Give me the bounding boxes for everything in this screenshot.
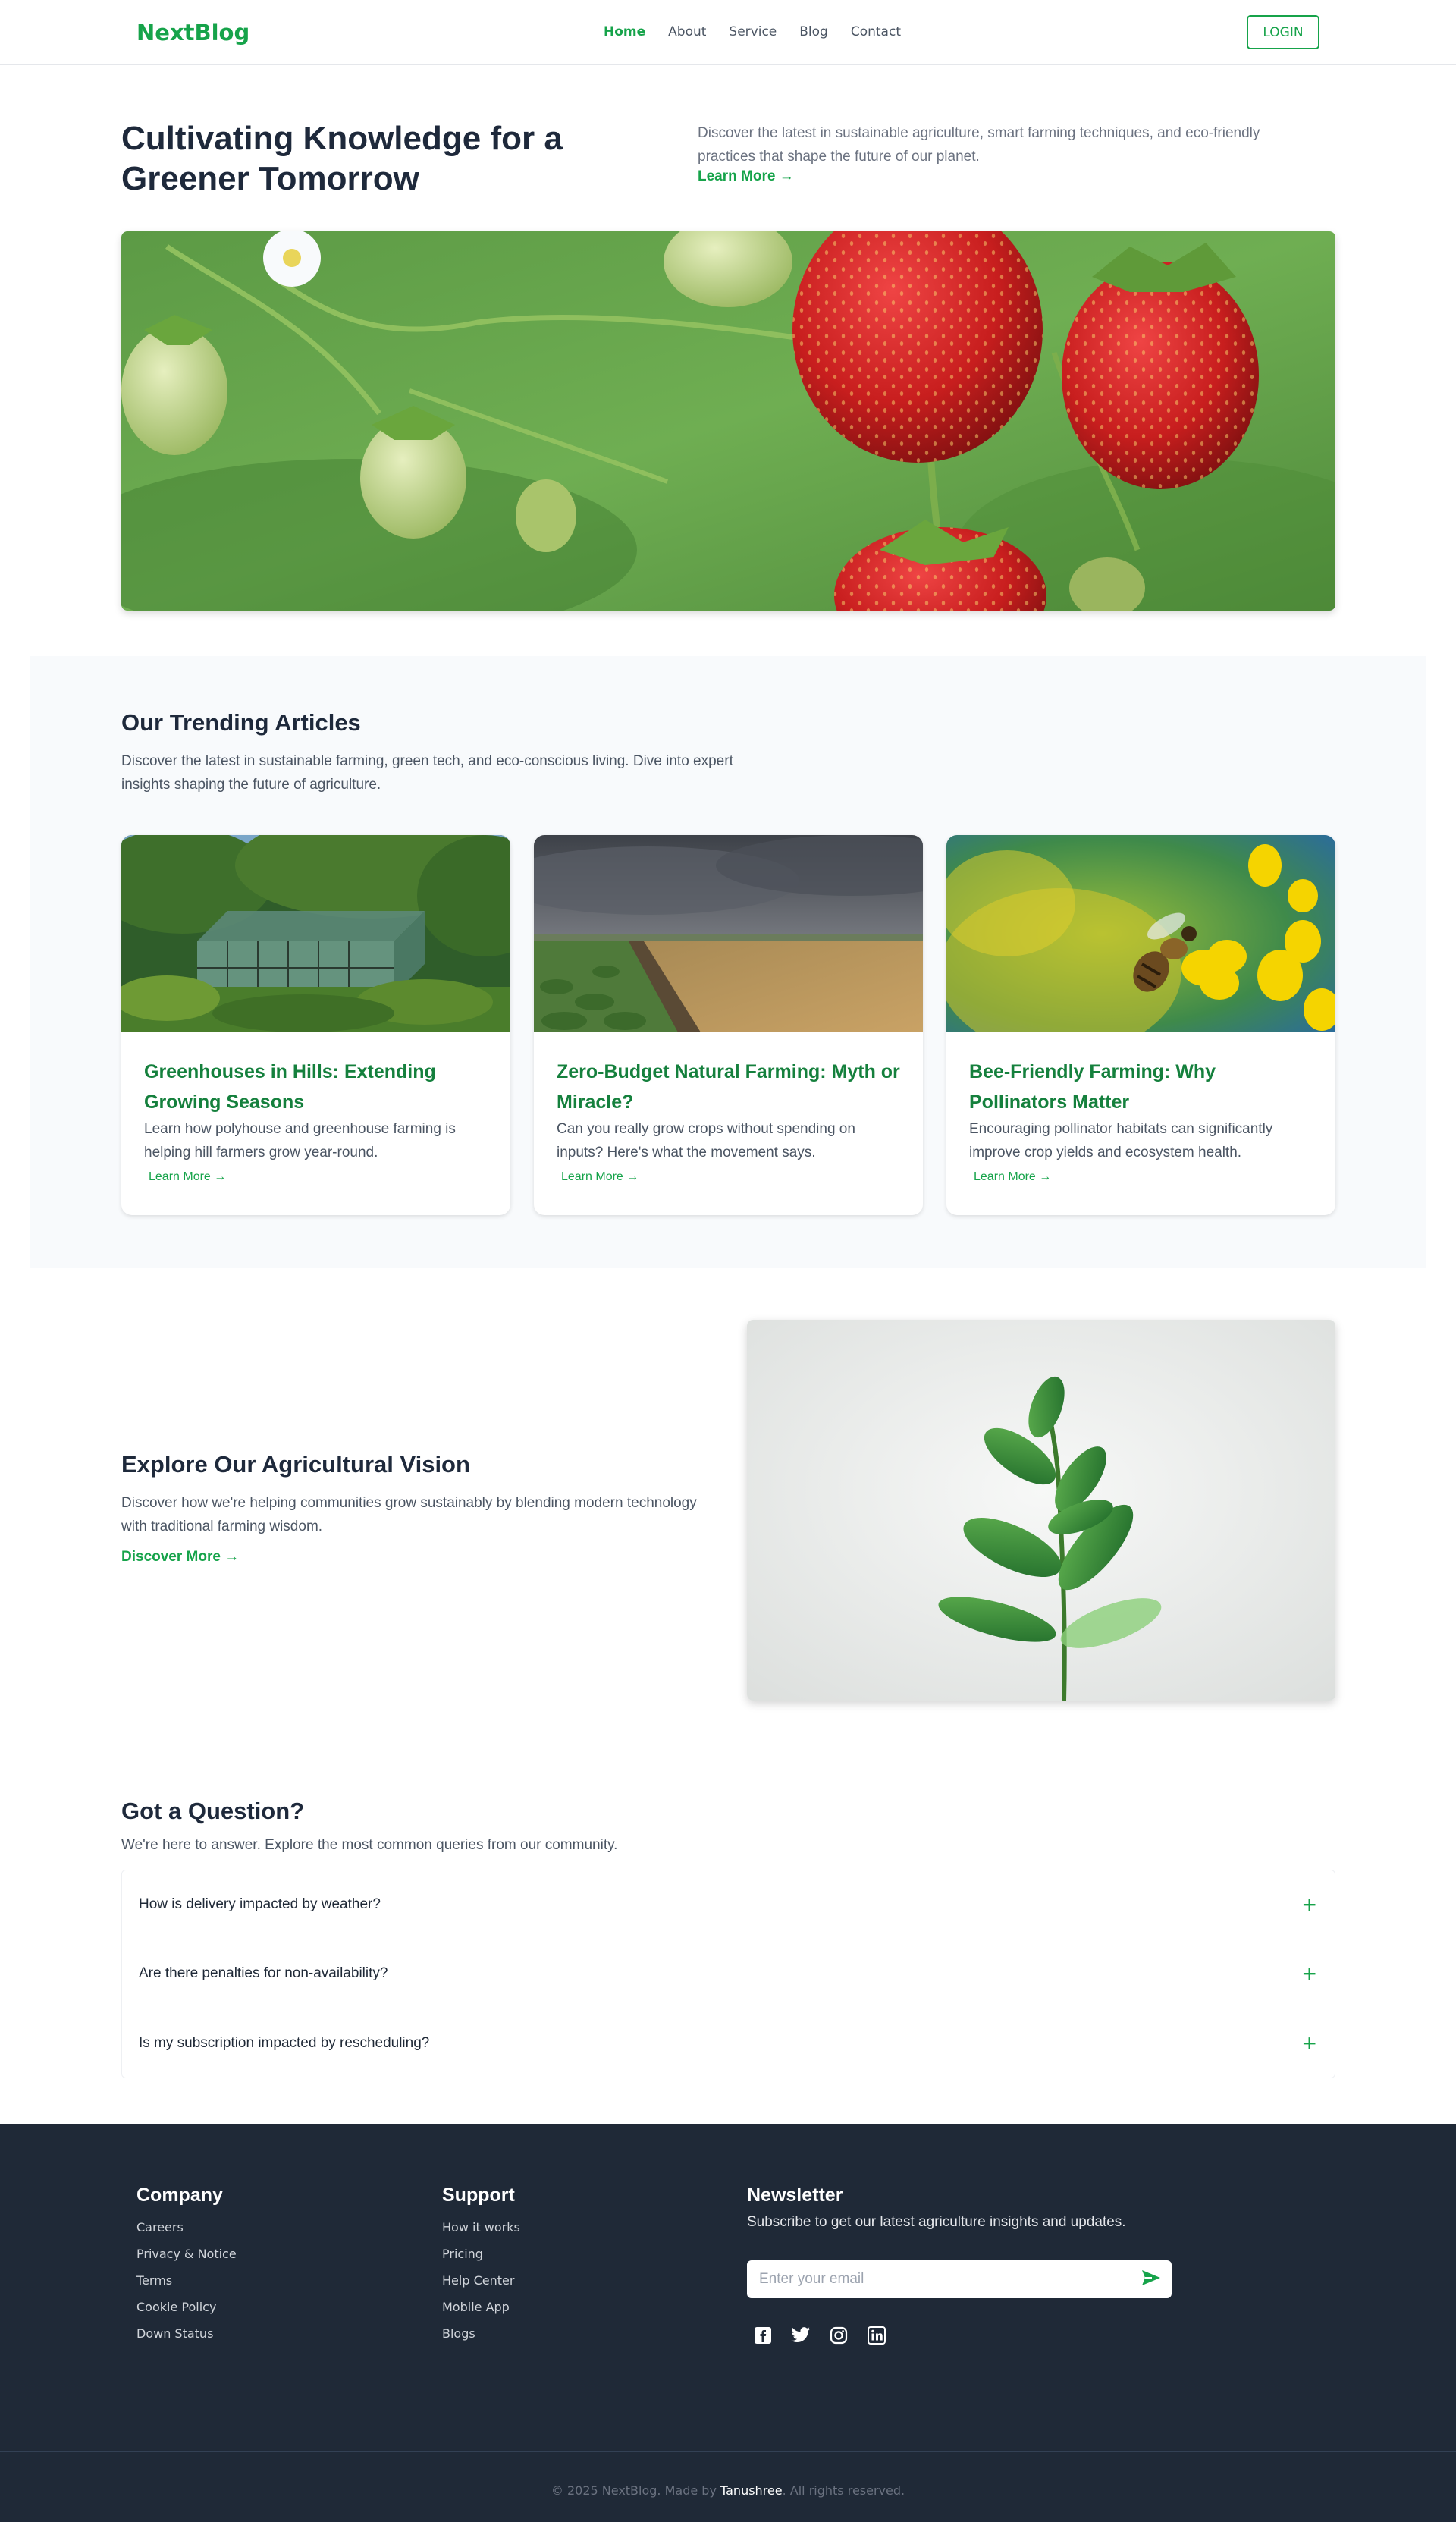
- vision-description: Discover how we're helping communities g…: [121, 1495, 697, 1534]
- article-learn-more-link[interactable]: Learn More →: [561, 1170, 639, 1184]
- footer-link-blogs[interactable]: Blogs: [442, 2320, 520, 2347]
- vision-title: Explore Our Agricultural Vision: [121, 1451, 470, 1478]
- article-learn-more-link[interactable]: Learn More →: [149, 1170, 226, 1184]
- trending-description: Discover the latest in sustainable farmi…: [121, 753, 733, 793]
- nav-link-blog[interactable]: Blog: [799, 24, 828, 39]
- linkedin-icon[interactable]: [867, 2326, 886, 2345]
- social-links: [753, 2326, 886, 2345]
- nav-link-home[interactable]: Home: [604, 24, 645, 39]
- bee-flower-image: [946, 835, 1335, 1032]
- top-navbar: NextBlog Home About Service Blog Contact…: [0, 0, 1456, 65]
- footer-divider: [0, 2451, 1456, 2452]
- article-title[interactable]: Bee-Friendly Farming: Why Pollinators Ma…: [969, 1057, 1318, 1117]
- nav-link-service[interactable]: Service: [729, 24, 777, 39]
- newsletter-email-input[interactable]: [759, 2271, 1123, 2288]
- article-description: Encouraging pollinator habitats can sign…: [969, 1121, 1273, 1160]
- nav-link-contact[interactable]: Contact: [851, 24, 901, 39]
- faq-question: Is my subscription impacted by reschedul…: [139, 2034, 430, 2051]
- wheat-field-image: [534, 835, 923, 1032]
- nav-links: Home About Service Blog Contact: [604, 24, 901, 39]
- faq-accordion: How is delivery impacted by weather? + A…: [121, 1870, 1335, 2078]
- footer-link-privacy[interactable]: Privacy & Notice: [136, 2241, 237, 2267]
- footer-link-terms[interactable]: Terms: [136, 2267, 237, 2294]
- page: NextBlog Home About Service Blog Contact…: [0, 0, 1456, 2522]
- footer-company-title: Company: [136, 2184, 223, 2206]
- newsletter-description: Subscribe to get our latest agriculture …: [747, 2214, 1126, 2230]
- discover-more-link[interactable]: Discover More →: [121, 1549, 239, 1566]
- footer-link-down-status[interactable]: Down Status: [136, 2320, 237, 2347]
- article-card[interactable]: Greenhouses in Hills: Extending Growing …: [121, 835, 510, 1215]
- faq-question: Are there penalties for non-availability…: [139, 1965, 388, 1981]
- twitter-icon[interactable]: [791, 2326, 811, 2345]
- footer-link-careers[interactable]: Careers: [136, 2214, 237, 2241]
- faq-item[interactable]: Is my subscription impacted by reschedul…: [122, 2008, 1335, 2078]
- trending-articles-section: Our Trending Articles Discover the lates…: [30, 656, 1426, 1268]
- copyright-text: © 2025 NextBlog. Made by Tanushree. All …: [0, 2483, 1456, 2498]
- article-description: Can you really grow crops without spendi…: [557, 1121, 855, 1160]
- footer-link-pricing[interactable]: Pricing: [442, 2241, 520, 2267]
- article-description: Learn how polyhouse and greenhouse farmi…: [144, 1121, 456, 1160]
- footer-link-help-center[interactable]: Help Center: [442, 2267, 520, 2294]
- copyright-suffix: . All rights reserved.: [782, 2483, 905, 2498]
- newsletter-title: Newsletter: [747, 2184, 843, 2206]
- footer-support-column: Support How it works Pricing Help Center…: [442, 2184, 520, 2347]
- instagram-icon[interactable]: [829, 2326, 849, 2345]
- trending-title: Our Trending Articles: [121, 709, 361, 736]
- faq-title: Got a Question?: [121, 1798, 305, 1824]
- article-title[interactable]: Greenhouses in Hills: Extending Growing …: [144, 1057, 493, 1117]
- greenhouse-image: [121, 835, 510, 1032]
- newsletter-form: [747, 2260, 1172, 2298]
- plus-icon[interactable]: +: [1302, 1892, 1316, 1917]
- plant-image: [747, 1320, 1335, 1701]
- hero-strawberry-image: [121, 231, 1335, 611]
- faq-item[interactable]: Are there penalties for non-availability…: [122, 1939, 1335, 2008]
- site-logo[interactable]: NextBlog: [136, 20, 249, 46]
- copyright-prefix: © 2025 NextBlog. Made by: [551, 2483, 720, 2498]
- article-card[interactable]: Bee-Friendly Farming: Why Pollinators Ma…: [946, 835, 1335, 1215]
- faq-question: How is delivery impacted by weather?: [139, 1896, 381, 1912]
- site-footer: Company Careers Privacy & Notice Terms C…: [0, 2124, 1456, 2522]
- article-card[interactable]: Zero-Budget Natural Farming: Myth or Mir…: [534, 835, 923, 1215]
- faq-item[interactable]: How is delivery impacted by weather? +: [122, 1870, 1335, 1939]
- faq-subtitle: We're here to answer. Explore the most c…: [121, 1837, 618, 1853]
- hero-title: Cultivating Knowledge for a Greener Tomo…: [121, 120, 563, 197]
- footer-link-mobile-app[interactable]: Mobile App: [442, 2294, 520, 2320]
- article-learn-more-link[interactable]: Learn More →: [974, 1170, 1051, 1184]
- plus-icon[interactable]: +: [1302, 1961, 1316, 1986]
- footer-support-title: Support: [442, 2184, 515, 2206]
- facebook-icon[interactable]: [753, 2326, 773, 2345]
- plus-icon[interactable]: +: [1302, 2031, 1316, 2056]
- login-button[interactable]: LOGIN: [1247, 15, 1320, 49]
- article-title[interactable]: Zero-Budget Natural Farming: Myth or Mir…: [557, 1057, 905, 1117]
- hero-learn-more-link[interactable]: Learn More →: [698, 168, 794, 185]
- footer-link-cookie-policy[interactable]: Cookie Policy: [136, 2294, 237, 2320]
- copyright-author[interactable]: Tanushree: [720, 2483, 783, 2498]
- footer-newsletter-column: Newsletter Subscribe to get our latest a…: [747, 2184, 1202, 2359]
- send-icon[interactable]: [1141, 2269, 1161, 2290]
- nav-link-about[interactable]: About: [668, 24, 706, 39]
- footer-company-column: Company Careers Privacy & Notice Terms C…: [136, 2184, 237, 2347]
- hero-description: Discover the latest in sustainable agric…: [698, 125, 1260, 165]
- footer-link-how-it-works[interactable]: How it works: [442, 2214, 520, 2241]
